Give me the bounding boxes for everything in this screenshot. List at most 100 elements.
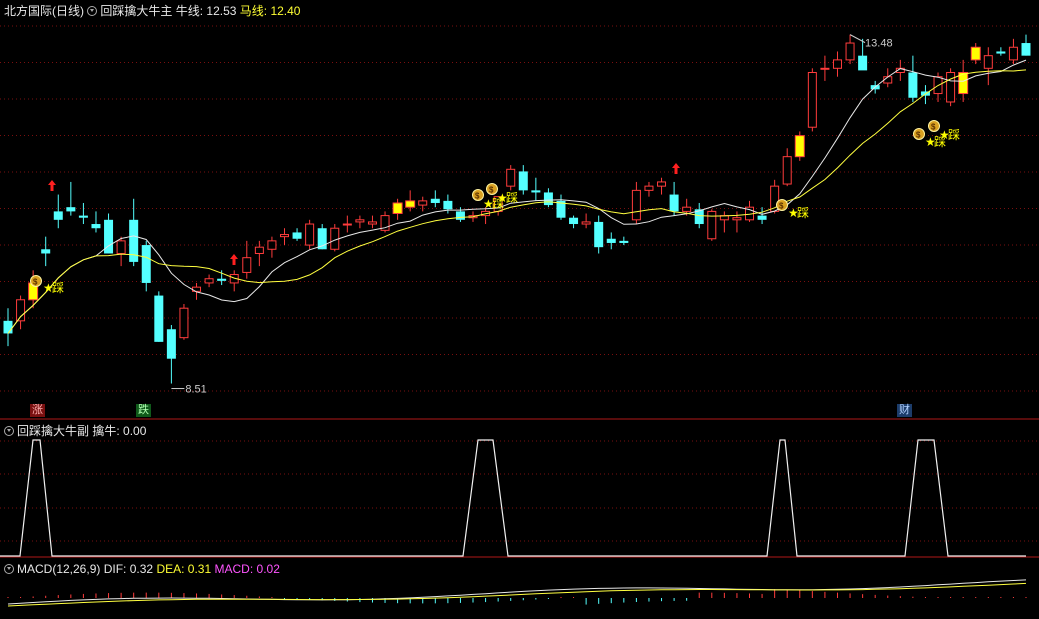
down-candle [217, 278, 227, 281]
down-candle [455, 211, 465, 220]
dea-label: DEA: [156, 562, 185, 576]
cai-signal-label: 踩 [797, 206, 809, 220]
indicator-menu-icon[interactable] [4, 564, 14, 574]
down-candle [66, 207, 76, 212]
ma-line-value: 12.40 [270, 4, 301, 18]
indicator-menu-icon[interactable] [4, 426, 14, 436]
up-candle [367, 221, 377, 225]
niu-line-value: 12.53 [206, 4, 237, 18]
money-bag-glyph: $ [33, 278, 38, 287]
signal-candle [405, 200, 416, 208]
down-candle [606, 238, 616, 243]
macd-label: MACD: [214, 562, 254, 576]
signal-candle [794, 135, 805, 158]
up-candle [631, 189, 641, 221]
main-indicator-name[interactable]: 回踩擒大牛主 [100, 4, 172, 18]
down-candle [141, 245, 151, 283]
qinniu-label: 擒牛: [92, 424, 120, 438]
down-candle [518, 171, 528, 191]
up-candle [254, 246, 264, 254]
down-candle [569, 217, 579, 225]
stock-title[interactable]: 北方国际(日线) [4, 4, 84, 18]
signal-candle [392, 202, 403, 215]
up-candle [820, 67, 830, 70]
money-bag-glyph: $ [931, 123, 936, 132]
down-candle [531, 190, 541, 193]
down-candle [757, 215, 767, 220]
up-candle [506, 168, 516, 187]
niu-line-label: 牛线: [175, 4, 204, 18]
qinniu-value: 0.00 [123, 424, 147, 438]
down-candle [996, 51, 1006, 54]
down-candle [619, 240, 629, 243]
up-arrow-icon [48, 180, 56, 191]
up-candle [946, 72, 956, 103]
down-candle [908, 72, 918, 98]
down-candle [430, 198, 440, 203]
zhang-marker[interactable]: 涨 [30, 404, 45, 417]
up-candle [355, 219, 365, 223]
up-candle [732, 217, 742, 221]
dea-value: 0.31 [187, 562, 212, 576]
up-candle [116, 240, 126, 254]
ma-line-label: 马线: [239, 4, 268, 18]
down-candle [858, 55, 868, 71]
up-candle [242, 257, 252, 273]
up-arrow-icon [672, 163, 680, 174]
low-price-label: 8.51 [185, 384, 206, 396]
up-candle [644, 185, 654, 191]
dif-label: DIF: [103, 562, 127, 576]
macd-indicator-name[interactable]: MACD(12,26,9) [17, 562, 100, 576]
cai-signal-label: 踩 [52, 281, 64, 295]
up-candle [807, 72, 817, 128]
money-bag-glyph: $ [916, 131, 921, 140]
macd-value: 0.02 [256, 562, 280, 576]
money-bag-glyph: $ [475, 192, 480, 201]
cai-marker[interactable]: 财 [897, 404, 912, 417]
up-candle [832, 59, 842, 69]
die-marker[interactable]: 跌 [136, 404, 151, 417]
up-candle [305, 223, 315, 246]
high-price-label: 13.48 [865, 38, 893, 50]
down-candle [166, 329, 176, 359]
dif-value: 0.32 [129, 562, 154, 576]
up-candle [342, 223, 352, 226]
up-candle [983, 55, 993, 69]
kline-chart[interactable]: 13.488.51$$$$$$★踩★踩★踩★踩★踩★踩 [0, 0, 1039, 619]
main-panel-header: 北方国际(日线) 回踩擒大牛主 牛线: 12.53 马线: 12.40 [4, 4, 300, 18]
cai-signal-label: 踩 [506, 191, 518, 205]
indicator-menu-icon[interactable] [87, 6, 98, 16]
down-candle [443, 200, 453, 210]
down-candle [41, 249, 51, 254]
down-candle [3, 320, 13, 334]
down-candle [91, 224, 101, 229]
up-candle [204, 278, 214, 284]
down-candle [154, 295, 164, 342]
dea-line [7, 582, 1027, 607]
down-candle [543, 192, 553, 206]
up-arrow-icon [230, 254, 238, 265]
up-candle [279, 234, 289, 238]
sub1-panel-header: 回踩擒大牛副 擒牛: 0.00 [4, 424, 146, 438]
up-candle [845, 42, 855, 61]
down-candle [292, 232, 302, 239]
high-pointer [849, 34, 866, 44]
money-bag-glyph: $ [779, 202, 784, 211]
up-candle [267, 240, 277, 250]
macd-panel-header: MACD(12,26,9) DIF: 0.32 DEA: 0.31 MACD: … [4, 562, 280, 576]
up-candle [581, 221, 591, 225]
dif-line [7, 579, 1027, 605]
money-bag-glyph: $ [489, 186, 494, 195]
qinniu-signal-line [0, 439, 1026, 557]
sub1-indicator-name[interactable]: 回踩擒大牛副 [17, 424, 89, 438]
up-candle [782, 156, 792, 185]
down-candle [594, 221, 604, 248]
up-candle [418, 200, 428, 206]
down-candle [78, 215, 88, 218]
up-candle [179, 307, 189, 339]
up-candle [657, 181, 667, 187]
up-candle [1008, 46, 1018, 61]
down-candle [53, 211, 63, 220]
signal-candle [970, 46, 981, 61]
up-candle [16, 299, 26, 322]
